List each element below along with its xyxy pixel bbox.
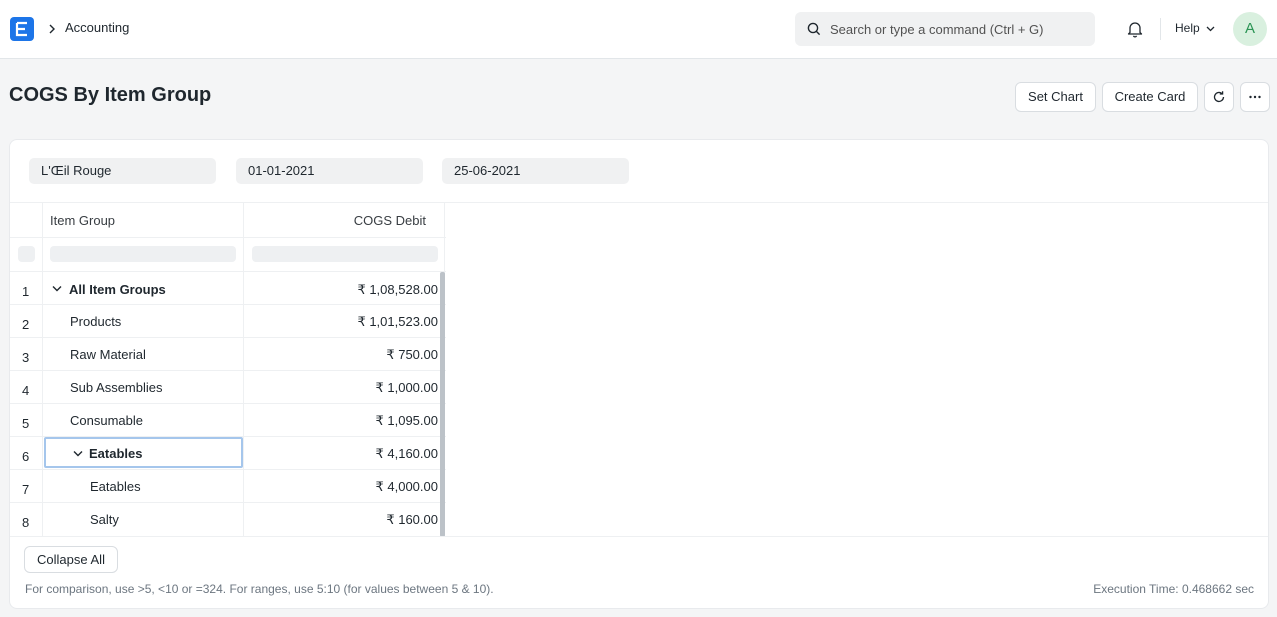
row-number-cell: 1 xyxy=(10,272,43,304)
cogs-debit-cell[interactable]: ₹ 750.00 xyxy=(244,338,445,370)
item-group-cell[interactable]: Eatables xyxy=(43,470,244,502)
row-number: 4 xyxy=(22,383,30,398)
row-number-cell: 7 xyxy=(10,470,43,502)
app-logo-icon[interactable] xyxy=(10,17,34,41)
cogs-debit-value: ₹ 4,160.00 xyxy=(375,446,439,461)
focused-cell-outline xyxy=(44,437,243,468)
row-select-all-placeholder[interactable] xyxy=(18,246,35,262)
table-row[interactable]: 6 Eatables ₹ 4,160.00 xyxy=(10,437,446,470)
row-number: 3 xyxy=(22,350,30,365)
table-header-row: Item Group COGS Debit xyxy=(10,203,446,238)
item-group-cell[interactable]: Sub Assemblies xyxy=(43,371,244,403)
search-bar[interactable] xyxy=(795,12,1095,46)
row-number: 7 xyxy=(22,482,30,497)
cogs-debit-cell[interactable]: ₹ 1,095.00 xyxy=(244,404,445,436)
search-icon xyxy=(807,22,821,36)
row-number-cell: 6 xyxy=(10,437,43,469)
cogs-debit-cell[interactable]: ₹ 1,08,528.00 xyxy=(244,272,445,304)
item-group-name: Consumable xyxy=(70,413,143,428)
item-group-name: Salty xyxy=(90,512,119,527)
ellipsis-icon xyxy=(1249,95,1261,99)
execution-time: Execution Time: 0.468662 sec xyxy=(1093,582,1254,596)
footer-divider xyxy=(10,536,1268,537)
more-options-button[interactable] xyxy=(1240,82,1270,112)
row-number-header xyxy=(10,203,43,237)
cogs-debit-value: ₹ 1,095.00 xyxy=(375,413,439,428)
row-number: 8 xyxy=(22,515,30,530)
cogs-debit-value: ₹ 160.00 xyxy=(386,512,438,527)
item-group-filter-cell xyxy=(43,238,244,271)
report-card: L'Œil Rouge 01-01-2021 25-06-2021 Item G… xyxy=(9,139,1269,609)
cogs-debit-value: ₹ 1,000.00 xyxy=(375,380,439,395)
cogs-debit-value: ₹ 750.00 xyxy=(386,347,438,362)
row-number-cell: 8 xyxy=(10,503,43,536)
column-header-label: Item Group xyxy=(50,213,116,228)
column-header-item-group[interactable]: Item Group xyxy=(43,203,244,237)
row-number: 6 xyxy=(22,449,30,464)
chevron-down-icon[interactable] xyxy=(1206,25,1215,33)
item-group-cell[interactable]: Raw Material xyxy=(43,338,244,370)
item-group-name: Products xyxy=(70,314,122,329)
item-group-cell[interactable]: Products xyxy=(43,305,244,337)
navbar-divider xyxy=(1160,18,1161,40)
item-group-filter-input[interactable] xyxy=(50,246,236,262)
row-number-cell: 5 xyxy=(10,404,43,436)
table-row[interactable]: 3 Raw Material ₹ 750.00 xyxy=(10,338,446,371)
cogs-debit-filter-input[interactable] xyxy=(252,246,438,262)
create-card-button[interactable]: Create Card xyxy=(1102,82,1198,112)
table-row[interactable]: 2 Products ₹ 1,01,523.00 xyxy=(10,305,446,338)
row-number-cell: 2 xyxy=(10,305,43,337)
table-row[interactable]: 5 Consumable ₹ 1,095.00 xyxy=(10,404,446,437)
cogs-debit-cell[interactable]: ₹ 160.00 xyxy=(244,503,445,536)
cogs-debit-value: ₹ 1,08,528.00 xyxy=(357,282,438,297)
item-group-name: Raw Material xyxy=(70,347,146,362)
set-chart-button[interactable]: Set Chart xyxy=(1015,82,1096,112)
row-number: 1 xyxy=(22,284,30,299)
refresh-button[interactable] xyxy=(1204,82,1234,112)
item-group-cell[interactable]: Consumable xyxy=(43,404,244,436)
cogs-debit-cell[interactable]: ₹ 1,01,523.00 xyxy=(244,305,445,337)
breadcrumb-chevron-icon xyxy=(49,24,55,34)
filter-hint-text: For comparison, use >5, <10 or =324. For… xyxy=(25,582,494,596)
item-group-name: All Item Groups xyxy=(69,282,166,297)
collapse-all-button[interactable]: Collapse All xyxy=(24,546,118,573)
row-filter-cell xyxy=(10,238,43,271)
item-group-name: Eatables xyxy=(90,479,141,494)
cogs-debit-value: ₹ 1,01,523.00 xyxy=(357,314,438,329)
column-header-cogs-debit[interactable]: COGS Debit xyxy=(244,203,445,237)
row-number-cell: 4 xyxy=(10,371,43,403)
cogs-debit-cell[interactable]: ₹ 1,000.00 xyxy=(244,371,445,403)
help-menu-button[interactable]: Help xyxy=(1175,21,1200,35)
row-number: 5 xyxy=(22,416,30,431)
cogs-debit-value: ₹ 4,000.00 xyxy=(375,479,439,494)
row-number-cell: 3 xyxy=(10,338,43,370)
page-title: COGS By Item Group xyxy=(9,84,212,106)
cogs-debit-cell[interactable]: ₹ 4,000.00 xyxy=(244,470,445,502)
item-group-cell[interactable]: Salty xyxy=(43,503,244,536)
cogs-debit-filter-cell xyxy=(244,238,445,271)
table-filter-row xyxy=(10,238,446,272)
table-scrollbar[interactable] xyxy=(440,272,445,537)
table-row[interactable]: 1 All Item Groups ₹ 1,08,528.00 xyxy=(10,272,446,305)
notification-bell-icon[interactable] xyxy=(1126,20,1144,38)
table-row[interactable]: 8 Salty ₹ 160.00 xyxy=(10,503,446,536)
table-row[interactable]: 7 Eatables ₹ 4,000.00 xyxy=(10,470,446,503)
search-input[interactable] xyxy=(830,12,1085,46)
user-avatar[interactable]: A xyxy=(1233,12,1267,46)
refresh-icon xyxy=(1213,91,1225,103)
to-date-filter[interactable]: 25-06-2021 xyxy=(442,158,629,184)
item-group-cell[interactable]: All Item Groups xyxy=(43,272,244,304)
item-group-name: Sub Assemblies xyxy=(70,380,163,395)
column-header-label: COGS Debit xyxy=(353,213,426,228)
company-filter[interactable]: L'Œil Rouge xyxy=(29,158,216,184)
navbar: Accounting Help A xyxy=(0,0,1277,59)
table-row[interactable]: 4 Sub Assemblies ₹ 1,000.00 xyxy=(10,371,446,404)
cogs-debit-cell[interactable]: ₹ 4,160.00 xyxy=(244,437,445,469)
chevron-down-icon[interactable] xyxy=(52,285,62,292)
from-date-filter[interactable]: 01-01-2021 xyxy=(236,158,423,184)
breadcrumb-accounting[interactable]: Accounting xyxy=(65,20,129,35)
row-number: 2 xyxy=(22,317,30,332)
